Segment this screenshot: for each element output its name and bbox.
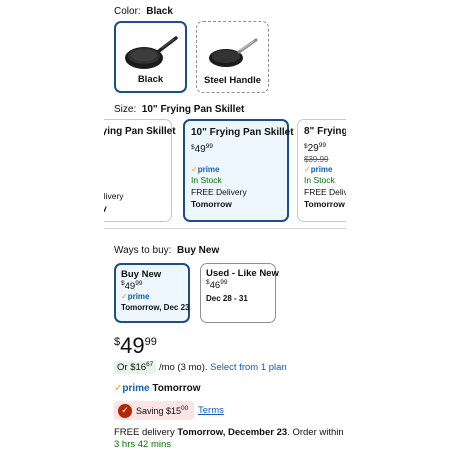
price-whole: 49	[194, 144, 206, 155]
ways-to-buy-label: Ways to buy:	[114, 245, 172, 256]
ways-to-buy-label-row: Ways to buy: Buy New	[114, 245, 219, 256]
size-label: Size:	[114, 104, 137, 115]
size-card-price: $2999	[304, 142, 326, 154]
buy-option-price: $4699	[206, 279, 228, 291]
checkmark-icon: ✓	[118, 403, 132, 418]
order-countdown: 3 hrs 42 mins	[114, 439, 172, 450]
color-option-steel-handle[interactable]: Steel Handle	[196, 21, 269, 93]
size-card-title: 10" Frying Pan Skillet	[191, 127, 294, 138]
saving-text: Saving $1500	[136, 404, 189, 416]
size-card-8-inch[interactable]: 8" Frying Pan Skillet $2999 $39.99 ✓prim…	[297, 119, 346, 222]
price-whole: 29	[307, 143, 319, 154]
size-selected-value: 10" Frying Pan Skillet	[141, 104, 245, 115]
carousel-divider	[104, 228, 346, 229]
size-card-delivery: FREE Delivery	[304, 187, 346, 197]
size-card-date: Tomorrow	[304, 199, 345, 209]
color-label-row: Color: Black	[114, 6, 173, 17]
size-card-10-inch[interactable]: 10" Frying Pan Skillet $4999 ✓prime In S…	[183, 119, 294, 222]
black-skillet-icon	[124, 36, 178, 69]
buy-option-delivery: Dec 28 - 31	[206, 294, 248, 303]
steel-handle-skillet-icon	[208, 38, 257, 67]
saving-badge: ✓ Saving $1500	[114, 401, 195, 420]
size-card-delivery: FREE Delivery	[191, 187, 247, 197]
buy-option-new[interactable]: Buy New $4999 ✓prime Tomorrow, Dec 23	[114, 263, 190, 323]
prime-badge: ✓prime	[304, 165, 333, 174]
main-price-cents: 99	[144, 336, 157, 348]
color-option-label: Black	[137, 74, 164, 85]
main-price: $4999	[114, 333, 157, 358]
price-cents: 99	[318, 142, 326, 149]
size-card-delivery: Free Delivery	[104, 191, 124, 201]
installment-amount: Or $1667	[114, 361, 157, 374]
buy-option-title: Used - Like New	[206, 268, 279, 279]
color-option-label: Steel Handle	[203, 75, 262, 86]
prime-logo: prime	[122, 383, 150, 394]
size-card-title: 8" Frying Pan Skillet	[304, 126, 346, 137]
prime-delivery-label: Tomorrow	[152, 383, 201, 394]
color-label: Color:	[114, 6, 141, 17]
ways-to-buy-selected: Buy New	[177, 245, 220, 256]
color-option-black[interactable]: Black	[114, 21, 187, 93]
prime-badge: ✓prime	[121, 292, 150, 301]
prime-badge: ✓prime	[191, 165, 220, 174]
size-card-price: $4999	[191, 143, 213, 155]
color-selected-value: Black	[146, 6, 173, 17]
installment-row: Or $1667 /mo (3 mo). Select from 1 plan	[114, 361, 287, 374]
size-card-stock: In Stock	[191, 175, 222, 185]
buy-option-delivery: Tomorrow, Dec 23	[121, 303, 190, 312]
buy-option-used-like-new[interactable]: Used - Like New $4699 Dec 28 - 31	[200, 263, 279, 323]
select-plan-link[interactable]: Select from 1 plan	[210, 362, 287, 373]
prime-delivery: ✓prime Tomorrow	[114, 383, 201, 394]
list-price: $39.99	[304, 155, 329, 164]
delivery-message: FREE delivery Tomorrow, December 23. Ord…	[114, 427, 344, 450]
prime-check-icon: ✓	[304, 165, 311, 174]
delivery-date: Tomorrow, December 23	[177, 427, 288, 438]
prime-check-icon: ✓	[121, 292, 128, 301]
price-cents: 99	[205, 143, 213, 150]
buy-option-price: $4999	[121, 280, 143, 292]
prime-check-icon: ✓	[191, 165, 198, 174]
main-price-whole: 49	[120, 333, 145, 358]
size-card-12-inch[interactable]: 12" Frying Pan Skillet Free Delivery Tue…	[104, 119, 176, 222]
terms-link[interactable]: Terms	[198, 405, 224, 416]
size-card-stock: In Stock	[304, 175, 335, 185]
installment-term: /mo (3 mo).	[158, 362, 208, 373]
size-carousel[interactable]: 12" Frying Pan Skillet Free Delivery Tue…	[104, 119, 346, 223]
size-card-date: Tomorrow	[191, 199, 232, 209]
size-label-row: Size: 10" Frying Pan Skillet	[114, 104, 244, 115]
size-card-date: Tuesday	[104, 203, 107, 213]
size-card-title: 12" Frying Pan Skillet	[104, 126, 176, 137]
buy-option-title: Buy New	[121, 269, 162, 280]
